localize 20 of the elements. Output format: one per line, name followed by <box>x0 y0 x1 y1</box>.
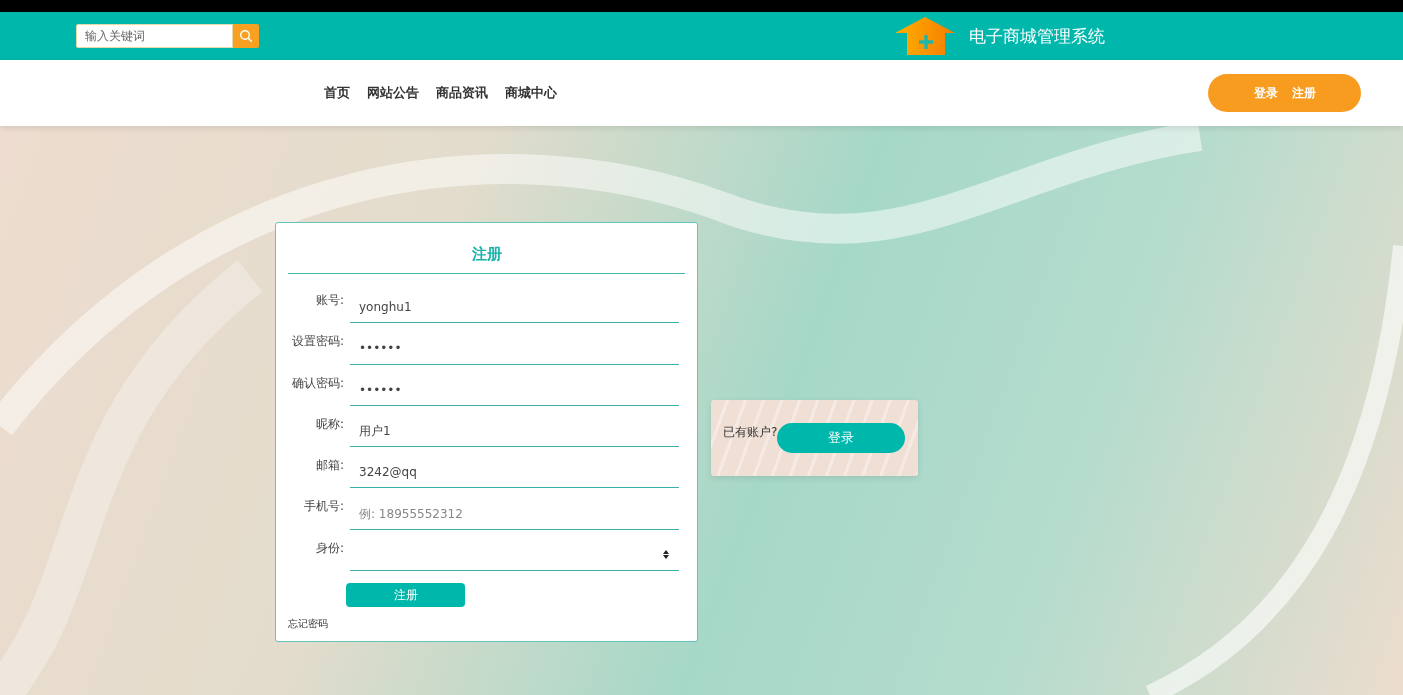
forgot-password-link[interactable]: 忘记密码 <box>288 617 328 631</box>
search-button[interactable] <box>233 24 259 48</box>
sort-arrows-icon <box>663 550 669 560</box>
site-title: 电子商城管理系统 <box>969 24 1105 48</box>
nav-link[interactable]: 首页 <box>324 84 350 102</box>
field-label: 确认密码: <box>290 374 344 392</box>
search-icon <box>239 29 253 43</box>
field-label: 邮箱: <box>314 457 344 475</box>
login-prompt-text: 已有账户? <box>723 423 778 441</box>
field-label: 昵称: <box>314 415 344 433</box>
field-label: 身份: <box>314 539 344 557</box>
nav-link[interactable]: 商城中心 <box>505 84 557 102</box>
house-plus-logo-icon <box>895 17 955 55</box>
field-label: 账号: <box>314 292 344 309</box>
search-field[interactable]: 输入关键词 <box>76 24 233 48</box>
nav-link[interactable]: 商品资讯 <box>436 84 488 102</box>
form-title: 注册 <box>288 245 685 274</box>
nav-link[interactable]: 网站公告 <box>367 84 419 102</box>
field-label: 手机号: <box>302 498 344 516</box>
field-label: 设置密码: <box>290 333 344 351</box>
